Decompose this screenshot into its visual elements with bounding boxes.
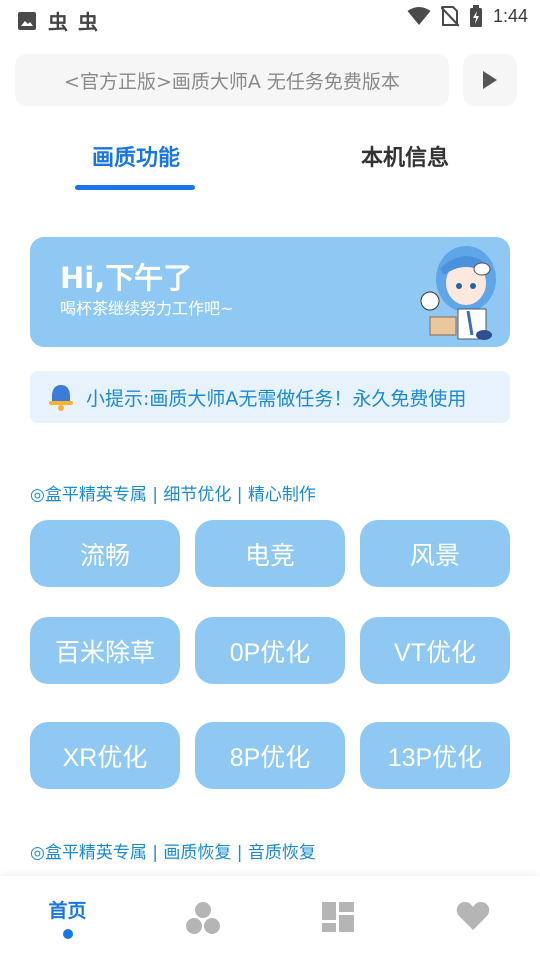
tab-picture-quality[interactable]: 画质功能 [76, 140, 196, 172]
app-notification-icon: 虫 [78, 10, 98, 34]
section-title-detail-optimization: ◎盒平精英专属 | 细节优化 | 精心制作 [30, 485, 316, 505]
tab-device-info[interactable]: 本机信息 [345, 140, 465, 172]
mode-button-8p-optimize[interactable]: 8P优化 [195, 722, 345, 789]
status-bar-right: 1:44 [407, 5, 528, 27]
clock: 1:44 [492, 5, 528, 26]
tip-text: 小提示:画质大师A无需做任务！永久免费使用 [86, 387, 467, 410]
mode-button-esports[interactable]: 电竞 [195, 520, 345, 587]
active-tab-indicator [75, 185, 195, 190]
notice-marquee: <官方正版>画质大师A 无任务免费版本 [15, 54, 449, 106]
nav-dashboard[interactable] [270, 876, 405, 960]
image-icon [18, 11, 36, 30]
heart-icon [456, 902, 489, 930]
section-title-quality-restore: ◎盒平精英专属 | 画质恢复 | 音质恢复 [30, 843, 316, 863]
greeting-subtitle: 喝杯茶继续努力工作吧~ [60, 299, 234, 318]
no-sim-icon [440, 6, 459, 27]
nav-favorites[interactable] [405, 876, 540, 960]
mode-button-grass-removal[interactable]: 百米除草 [30, 617, 180, 684]
wifi-icon [407, 7, 431, 25]
app-notification-icon: 虫 [48, 10, 68, 34]
nav-features[interactable] [135, 876, 270, 960]
nav-home[interactable]: 首页 [0, 876, 135, 960]
circles-icon [185, 902, 220, 934]
mode-button-scenery[interactable]: 风景 [360, 520, 510, 587]
mode-button-vt-optimize[interactable]: VT优化 [360, 617, 510, 684]
grid-icon [321, 902, 354, 932]
greeting-title: Hi,下午了 [60, 261, 193, 295]
bell-icon [49, 385, 73, 411]
mode-button-13p-optimize[interactable]: 13P优化 [360, 722, 510, 789]
greeting-card: Hi,下午了 喝杯茶继续努力工作吧~ [30, 237, 510, 347]
mode-button-0p-optimize[interactable]: 0P优化 [195, 617, 345, 684]
active-indicator-dot [62, 929, 73, 939]
mode-button-smooth[interactable]: 流畅 [30, 520, 180, 587]
nav-home-label: 首页 [48, 900, 87, 922]
battery-charging-icon [469, 5, 482, 27]
status-bar: 虫 虫 1:44 [0, 0, 540, 36]
anime-girl-illustration [420, 246, 496, 340]
bottom-navigation: 首页 [0, 876, 540, 960]
status-bar-left: 虫 虫 [16, 6, 98, 35]
play-button[interactable] [463, 54, 517, 106]
mode-button-xr-optimize[interactable]: XR优化 [30, 722, 180, 789]
play-icon [483, 71, 497, 89]
tip-banner: 小提示:画质大师A无需做任务！永久免费使用 [30, 371, 510, 423]
